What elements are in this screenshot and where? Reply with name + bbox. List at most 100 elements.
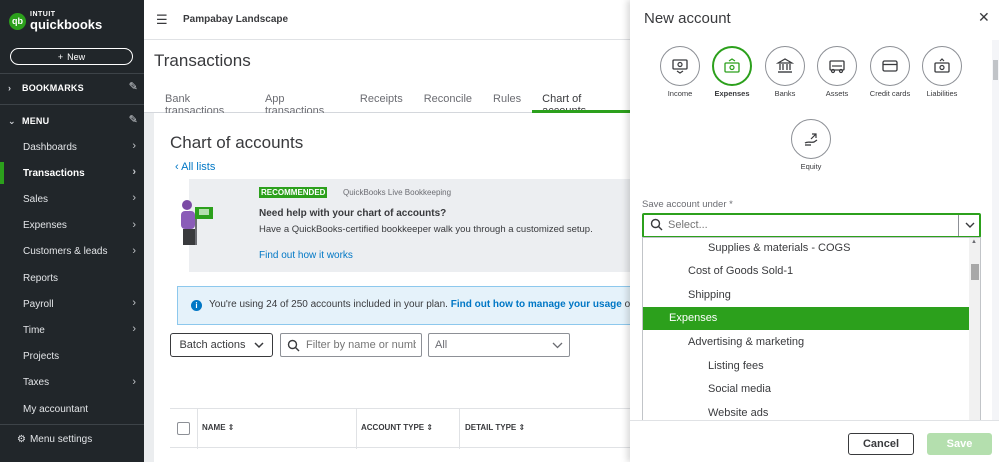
sidebar-item-label: Reports (23, 272, 59, 284)
save-button[interactable]: Save (927, 433, 992, 455)
dropdown-item-expenses[interactable]: Expenses (643, 306, 969, 330)
sidebar-item-label: Sales (23, 193, 49, 205)
find-out-how-link[interactable]: Find out how it works (259, 250, 353, 261)
assets-icon (817, 46, 857, 86)
column-header-name[interactable]: NAME ⇕ (202, 423, 235, 432)
sidebar-divider (0, 104, 144, 105)
plus-icon: + (57, 51, 64, 62)
account-type-credit-cards[interactable]: Credit cards (861, 46, 919, 99)
sidebar-item-label: Payroll (23, 298, 54, 310)
tab-chart-of-accounts[interactable]: Chart of accounts (531, 93, 630, 117)
scroll-thumb[interactable] (971, 264, 979, 280)
sidebar-item-label: My accountant (23, 403, 89, 415)
pencil-icon[interactable]: ✎ (129, 80, 138, 93)
dropdown-scrollbar[interactable]: ▲ ▼ (969, 238, 980, 436)
account-dropdown-list: Supplies & materials - COGS Cost of Goods… (642, 237, 981, 437)
chevron-right-icon: › (132, 323, 136, 336)
pencil-icon[interactable]: ✎ (129, 113, 138, 126)
new-button-label: New (67, 51, 86, 62)
select-all-checkbox[interactable] (177, 422, 190, 435)
sidebar-item-taxes[interactable]: Taxes › (0, 372, 144, 394)
scroll-up-icon[interactable]: ▲ (971, 239, 977, 245)
account-type-equity[interactable]: Equity (782, 119, 840, 172)
filter-field[interactable] (280, 333, 422, 357)
dropdown-item-advertising-and-marketing[interactable]: Advertising & marketing (643, 330, 969, 353)
account-type-label: Income (667, 89, 693, 98)
sidebar-item-reports[interactable]: Reports (0, 267, 144, 289)
sidebar-item-dashboards[interactable]: Dashboards › (0, 136, 144, 158)
sidebar-item-payroll[interactable]: Payroll › (0, 293, 144, 315)
save-account-under-select[interactable] (642, 213, 981, 238)
dropdown-item-shipping[interactable]: Shipping (643, 283, 969, 306)
column-header-account-type[interactable]: ACCOUNT TYPE ⇕ (361, 423, 433, 432)
panel-scrollbar[interactable] (992, 40, 999, 420)
account-search-input[interactable] (668, 219, 948, 231)
column-separator (197, 409, 198, 449)
cancel-button[interactable]: Cancel (848, 433, 914, 455)
sidebar-item-customers-and-leads[interactable]: Customers & leads › (0, 241, 144, 263)
account-type-label: Assets (825, 89, 849, 98)
dropdown-item-cost-of-goods-sold-1[interactable]: Cost of Goods Sold-1 (643, 260, 969, 283)
chevron-right-icon: › (132, 244, 136, 257)
collapse-menu-icon[interactable]: ☰ (156, 12, 168, 28)
menu-section[interactable]: ⌄ MENU ✎ (8, 112, 138, 130)
bookmarks-label: BOOKMARKS (22, 83, 84, 93)
tab-reconcile[interactable]: Reconcile (413, 93, 482, 113)
sidebar-item-my-accountant[interactable]: My accountant (0, 398, 144, 420)
account-type-banks[interactable]: Banks (756, 46, 814, 99)
page-header: Transactions Bank transactions App transa… (144, 40, 630, 117)
account-type-income[interactable]: Income (651, 46, 709, 99)
chevron-right-icon: › (132, 140, 136, 152)
account-type-liabilities[interactable]: Liabilities (913, 46, 971, 99)
dropdown-item-supplies-and-materials-cogs[interactable]: Supplies & materials - COGS (643, 238, 969, 259)
select-separator (958, 215, 959, 236)
tab-rules[interactable]: Rules (482, 93, 531, 113)
menu-settings-label: Menu settings (29, 434, 93, 445)
search-icon (650, 218, 663, 231)
chevron-down-icon[interactable] (964, 217, 976, 233)
account-type-filter[interactable]: All (428, 333, 570, 357)
all-lists-link[interactable]: ‹ All lists (175, 161, 215, 173)
manage-usage-link[interactable]: Find out how to manage your usage (451, 299, 622, 310)
top-bar: ☰ Pampabay Landscape (144, 0, 630, 40)
sidebar-item-time[interactable]: Time › (0, 319, 144, 341)
page-title: Transactions (154, 51, 251, 70)
sidebar-item-transactions[interactable]: Transactions › (0, 162, 144, 185)
account-type-filter-value: All (435, 339, 448, 351)
dropdown-item-listing-fees[interactable]: Listing fees (643, 354, 969, 377)
sidebar-item-label: Taxes (23, 377, 50, 389)
promo-headline: Need help with your chart of accounts? (259, 208, 447, 219)
menu-label: MENU (22, 116, 50, 126)
dropdown-item-social-media[interactable]: Social media (643, 378, 969, 401)
account-type-expenses[interactable]: Expenses (703, 46, 761, 99)
tab-bank-transactions[interactable]: Bank transactions (154, 93, 254, 117)
sidebar-item-label: Dashboards (23, 141, 77, 153)
tab-app-transactions[interactable]: App transactions (254, 93, 349, 117)
all-lists-label: All lists (181, 161, 216, 173)
chevron-down-icon (253, 341, 264, 348)
new-button[interactable]: + New (10, 48, 133, 65)
chart-of-accounts-title: Chart of accounts (170, 133, 304, 152)
sidebar-item-sales[interactable]: Sales › (0, 188, 144, 210)
usage-info-text: You're using 24 of 250 accounts included… (209, 299, 664, 310)
panel-title: New account (644, 10, 731, 27)
column-header-detail-type[interactable]: DETAIL TYPE ⇕ (465, 423, 525, 432)
credit-card-icon (870, 46, 910, 86)
bookkeeper-illustration-icon (181, 200, 213, 245)
tab-receipts[interactable]: Receipts (349, 93, 413, 113)
chevron-down-icon (552, 342, 563, 348)
tab-bar: Bank transactions App transactions Receipt… (154, 93, 630, 117)
menu-settings-link[interactable]: ⚙ Menu settings (17, 434, 92, 445)
filter-input[interactable] (306, 339, 416, 351)
account-type-label: Banks (774, 89, 796, 98)
sidebar-divider (0, 424, 144, 425)
quickbooks-logo[interactable]: qb INTUIT quickbooks (9, 11, 102, 31)
chevron-right-icon: › (132, 218, 136, 231)
save-account-under-label: Save account under * (642, 199, 733, 210)
account-type-assets[interactable]: Assets (808, 46, 866, 99)
bookmarks-section[interactable]: › BOOKMARKS ✎ (8, 79, 138, 97)
close-icon[interactable]: ✕ (978, 9, 990, 26)
batch-actions-button[interactable]: Batch actions (170, 333, 273, 357)
sidebar-item-projects[interactable]: Projects (0, 346, 144, 368)
sidebar-item-expenses[interactable]: Expenses › (0, 215, 144, 237)
